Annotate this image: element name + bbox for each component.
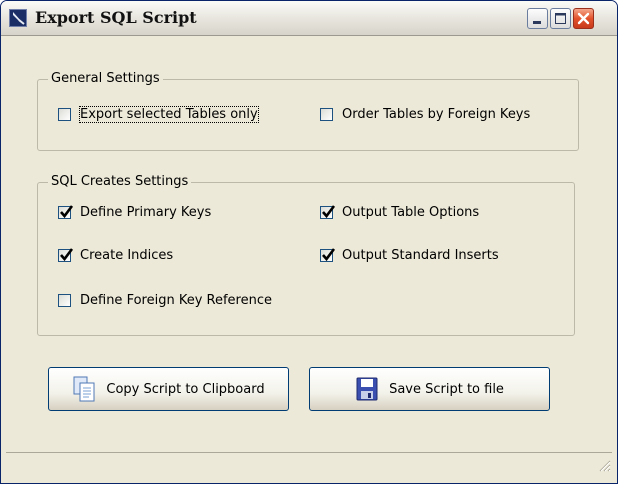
checkbox-box[interactable] <box>58 294 71 307</box>
create-indices-checkbox[interactable]: Create Indices <box>58 248 173 263</box>
checkbox-label: Output Table Options <box>342 205 480 220</box>
maximize-icon <box>555 13 566 24</box>
output-table-options-checkbox[interactable]: Output Table Options <box>320 205 479 220</box>
close-icon <box>577 12 590 25</box>
checkbox-box[interactable] <box>320 108 333 121</box>
export-selected-checkbox[interactable]: Export selected Tables only <box>58 106 259 123</box>
general-settings-group: General Settings Export selected Tables … <box>37 71 579 151</box>
checkbox-label: Export selected Tables only <box>79 106 259 123</box>
sql-creates-settings-group: SQL Creates Settings Define Primary Keys… <box>37 174 575 336</box>
minimize-icon <box>533 21 541 24</box>
app-icon <box>9 9 27 27</box>
checkmark-icon <box>322 248 336 262</box>
window-title: Export SQL Script <box>35 8 197 27</box>
checkbox-label: Define Foreign Key Reference <box>80 293 272 308</box>
checkbox-label: Create Indices <box>80 248 174 263</box>
checkmark-icon <box>322 205 336 219</box>
checkmark-icon <box>60 205 74 219</box>
define-primary-keys-checkbox[interactable]: Define Primary Keys <box>58 205 211 220</box>
checkmark-icon <box>60 248 74 262</box>
close-button[interactable] <box>573 8 594 29</box>
checkbox-label: Output Standard Inserts <box>342 248 499 263</box>
copy-icon <box>72 375 96 403</box>
checkbox-box[interactable] <box>58 108 71 121</box>
sql-creates-settings-title: SQL Creates Settings <box>48 174 192 190</box>
checkbox-label: Define Primary Keys <box>80 205 212 220</box>
maximize-button[interactable] <box>550 8 571 29</box>
define-foreign-key-checkbox[interactable]: Define Foreign Key Reference <box>58 293 272 308</box>
checkbox-box[interactable] <box>58 205 74 219</box>
checkbox-box[interactable] <box>320 248 336 262</box>
checkbox-box[interactable] <box>320 205 336 219</box>
save-script-button[interactable]: Save Script to file <box>309 367 550 411</box>
output-standard-inserts-checkbox[interactable]: Output Standard Inserts <box>320 248 499 263</box>
resize-grip-icon[interactable] <box>597 458 611 472</box>
general-settings-title: General Settings <box>48 71 163 87</box>
status-bar <box>6 452 612 478</box>
checkbox-box[interactable] <box>58 248 74 262</box>
title-bar[interactable]: Export SQL Script <box>1 1 617 36</box>
copy-script-label: Copy Script to Clipboard <box>106 381 265 397</box>
minimize-button[interactable] <box>527 8 548 29</box>
order-by-fk-checkbox[interactable]: Order Tables by Foreign Keys <box>320 107 530 122</box>
copy-script-button[interactable]: Copy Script to Clipboard <box>48 367 289 411</box>
floppy-disk-icon <box>355 375 379 403</box>
save-script-label: Save Script to file <box>389 381 504 397</box>
export-sql-script-window: Export SQL Script General Settings Expor… <box>0 0 618 484</box>
checkbox-label: Order Tables by Foreign Keys <box>342 107 531 122</box>
